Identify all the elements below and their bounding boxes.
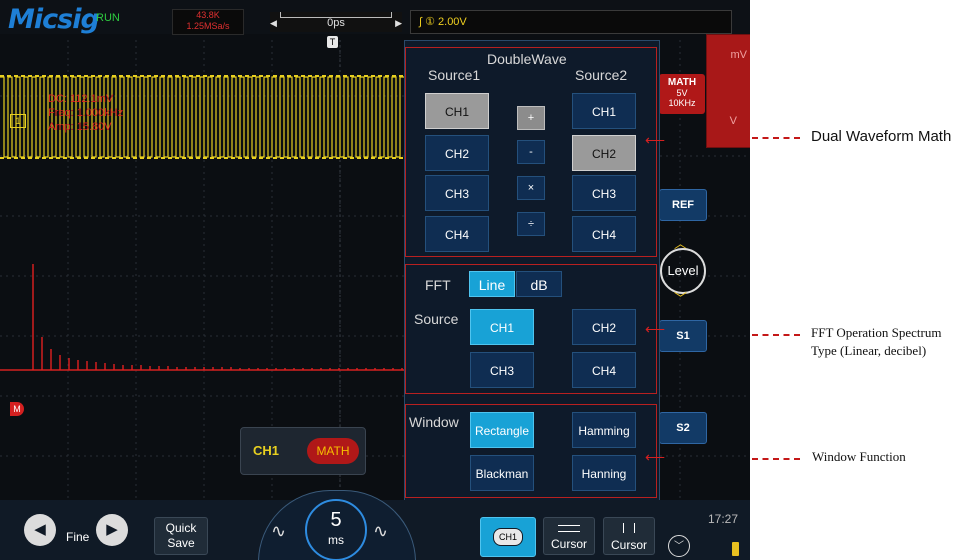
time-offset: 0ps: [327, 17, 345, 29]
quick-save-button[interactable]: Quick Save: [154, 517, 208, 555]
source1-ch4-button[interactable]: CH4: [425, 216, 489, 252]
source1-ch2-button[interactable]: CH2: [425, 135, 489, 171]
fft-source-ch1-button[interactable]: CH1: [470, 309, 534, 345]
sample-rate: 1.25MSa/s: [186, 21, 230, 31]
operator-subtract-button[interactable]: -: [517, 140, 545, 164]
fft-spectrum: [0, 264, 404, 371]
channel-select-label: CH1: [493, 528, 523, 546]
trigger-channel: ①: [425, 16, 435, 28]
fine-left-button[interactable]: ◀: [24, 514, 56, 546]
badge-math-label: MATH: [307, 438, 359, 464]
math-level-marker[interactable]: M: [10, 402, 24, 416]
window-rectangle-button[interactable]: Rectangle: [470, 412, 534, 448]
source1-ch3-button[interactable]: CH3: [425, 175, 489, 211]
fft-type-db-button[interactable]: dB: [516, 271, 562, 297]
source2-label: Source2: [575, 67, 628, 83]
timebase-increase-icon[interactable]: ∿: [373, 521, 388, 542]
cursor-vertical-button[interactable]: Cursor: [603, 517, 655, 555]
source2-ch2-button[interactable]: CH2: [572, 135, 636, 171]
math-channel-button[interactable]: MATH 5V 10KHz: [659, 74, 705, 114]
window-hamming-button[interactable]: Hamming: [572, 412, 636, 448]
fft-source-ch4-button[interactable]: CH4: [572, 352, 636, 388]
timebase-knob[interactable]: 5 ms: [305, 499, 367, 560]
dual-wave-title: DoubleWave: [487, 51, 567, 67]
annotation-dual-math: Dual Waveform Math: [811, 128, 952, 145]
chevron-down-icon[interactable]: ﹀: [674, 288, 687, 307]
window-label: Window: [409, 414, 459, 430]
right-scale-column[interactable]: mV V: [706, 34, 750, 148]
cursor-horizontal-button[interactable]: Cursor: [543, 517, 595, 555]
ch1-level-marker[interactable]: 1: [10, 114, 26, 128]
cursor-horizontal-label: Cursor: [550, 537, 587, 551]
annotation-window-function: Window Function: [812, 449, 906, 464]
channel-select-button[interactable]: CH1: [480, 517, 536, 557]
timebase-decrease-icon[interactable]: ∿: [271, 521, 286, 542]
oscilloscope-screen: Micsig RUN 43.8K 1.25MSa/s ◀ 0ps ▶ ∫ ① 2…: [0, 0, 750, 560]
window-hanning-button[interactable]: Hanning: [572, 455, 636, 491]
top-status-bar: Micsig RUN 43.8K 1.25MSa/s ◀ 0ps ▶ ∫ ① 2…: [0, 0, 750, 35]
timebase-unit: ms: [328, 533, 344, 547]
sample-count: 43.8K: [196, 10, 220, 20]
timebase-value: 5: [330, 509, 342, 531]
quick-save-line2: Save: [167, 536, 195, 550]
unit-bottom: V: [729, 115, 737, 127]
run-status[interactable]: RUN: [96, 12, 120, 24]
annotation-fft-type-line2: Type (Linear, decibel): [811, 343, 927, 358]
source1-ch1-button[interactable]: CH1: [425, 93, 489, 129]
s1-button[interactable]: S1: [659, 320, 707, 352]
fine-label: Fine: [66, 530, 90, 544]
operator-divide-button[interactable]: ÷: [517, 212, 545, 236]
quick-save-line1: Quick: [165, 521, 197, 535]
source2-ch3-button[interactable]: CH3: [572, 175, 636, 211]
brand-logo: Micsig: [8, 4, 100, 35]
fft-source-ch2-button[interactable]: CH2: [572, 309, 636, 345]
measurement-readout: DC: 112.1mV Freq: 1.000kHz Amp: 15.80V: [48, 92, 123, 134]
operator-multiply-button[interactable]: ×: [517, 176, 545, 200]
active-channel-badge[interactable]: CH1 MATH: [240, 427, 366, 475]
source2-ch1-button[interactable]: CH1: [572, 93, 636, 129]
rising-edge-icon: ∫: [419, 16, 423, 28]
trigger-level: 2.00V: [438, 16, 467, 28]
annotation-leader: [752, 137, 800, 139]
fft-label: FFT: [425, 277, 451, 293]
source1-label: Source1: [428, 67, 481, 83]
math-button-label: MATH: [667, 77, 697, 88]
chevron-down-circle-icon[interactable]: ﹀: [668, 535, 690, 557]
annotation-leader: [752, 458, 800, 460]
battery-icon: [732, 542, 739, 556]
fine-right-button[interactable]: ▶: [96, 514, 128, 546]
math-button-scale: 5V: [676, 88, 688, 98]
measurement-amp: Amp: 15.80V: [48, 121, 112, 133]
measurement-dc: DC: 112.1mV: [48, 93, 114, 105]
fft-type-line-button[interactable]: Line: [469, 271, 515, 297]
annotation-fft-type: FFT Operation Spectrum Type (Linear, dec…: [811, 324, 941, 360]
arrow-left-icon: ⟵: [645, 321, 666, 337]
right-arrow-icon[interactable]: ▶: [395, 18, 402, 29]
cursor-vertical-label: Cursor: [610, 538, 647, 552]
annotation-leader: [752, 334, 800, 336]
arrow-left-icon: ⟵: [645, 449, 666, 465]
operator-add-button[interactable]: +: [517, 106, 545, 130]
trigger-readout: ∫ ① 2.00V: [419, 15, 467, 28]
s2-button[interactable]: S2: [659, 412, 707, 444]
fft-source-ch3-button[interactable]: CH3: [470, 352, 534, 388]
arrow-left-icon: ⟵: [645, 132, 666, 148]
measurement-freq: Freq: 1.000kHz: [48, 107, 124, 119]
fft-source-label: Source: [414, 311, 459, 327]
horizontal-cursor-icon: [558, 525, 580, 532]
window-blackman-button[interactable]: Blackman: [470, 455, 534, 491]
annotation-fft-type-line1: FFT Operation Spectrum: [811, 325, 942, 340]
ref-button[interactable]: REF: [659, 189, 707, 221]
trigger-info[interactable]: ∫ ① 2.00V: [410, 10, 732, 34]
math-button-freq: 10KHz: [668, 98, 696, 108]
clock: 17:27: [708, 512, 739, 526]
unit-top: mV: [730, 49, 748, 61]
badge-ch1-label: CH1: [253, 443, 280, 458]
vertical-cursor-icon: [623, 523, 635, 533]
sample-info: 43.8K 1.25MSa/s: [172, 9, 244, 35]
horizontal-position-bar[interactable]: ◀ 0ps ▶: [270, 12, 402, 32]
source2-ch4-button[interactable]: CH4: [572, 216, 636, 252]
